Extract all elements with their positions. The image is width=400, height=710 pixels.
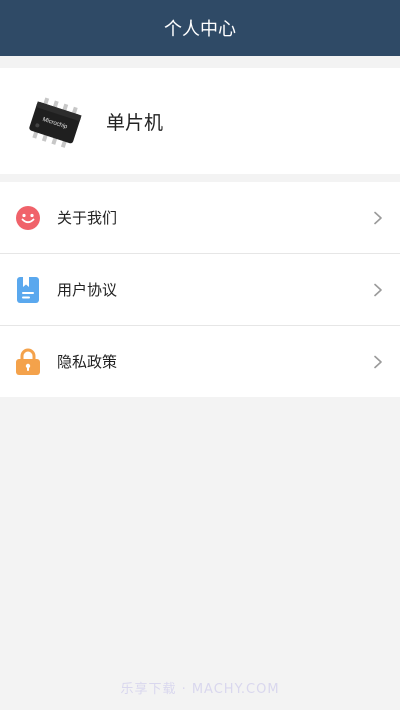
chevron-right-icon [374, 211, 382, 224]
watermark: 乐享下载 · MACHY.COM [120, 682, 280, 697]
microcontroller-chip-image: Microchip [29, 97, 82, 148]
smiley-icon [15, 204, 41, 232]
chevron-right-icon [374, 283, 382, 296]
menu-item-user-agreement[interactable]: 用户协议 [0, 253, 400, 325]
page-title: 个人中心 [164, 19, 236, 40]
profile-name: 单片机 [106, 112, 164, 134]
menu-label-user-agreement: 用户协议 [57, 281, 118, 299]
chevron-right-icon [374, 355, 382, 368]
menu-label-privacy-policy: 隐私政策 [57, 353, 118, 371]
menu-label-about-us: 关于我们 [57, 209, 118, 227]
menu-item-about-us[interactable]: 关于我们 [0, 182, 400, 253]
document-bookmark-icon [15, 276, 41, 304]
profile-card[interactable]: Microchip 单片机 [0, 68, 400, 174]
settings-menu: 关于我们 用户协议 隐私政策 [0, 182, 400, 397]
menu-item-privacy-policy[interactable]: 隐私政策 [0, 325, 400, 397]
lock-icon [15, 348, 41, 376]
top-bar: 个人中心 [0, 0, 400, 56]
